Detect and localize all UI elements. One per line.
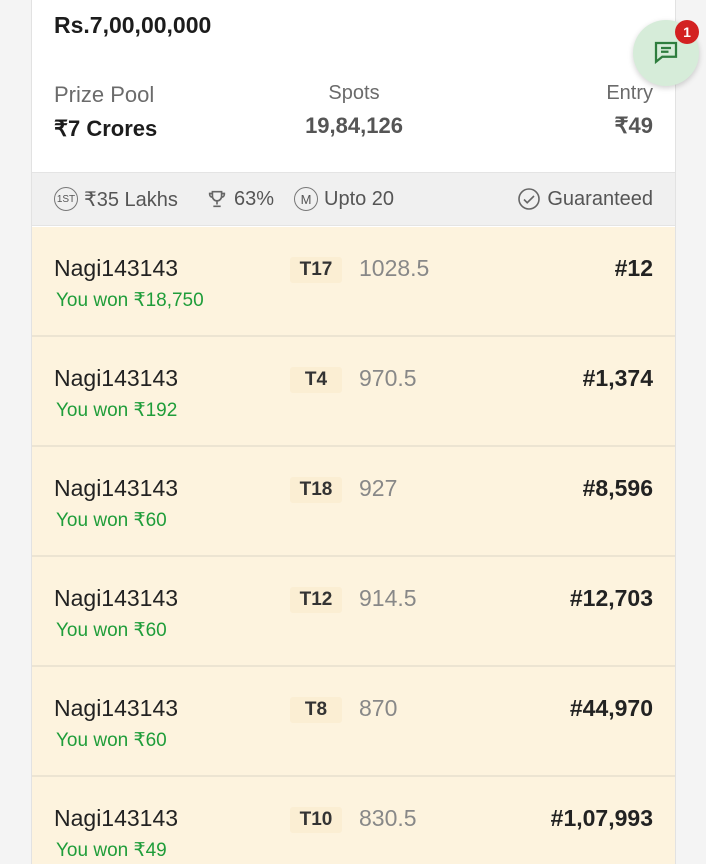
entry-rank: #1,07,993 xyxy=(550,805,653,831)
spots-value: 19,84,126 xyxy=(305,113,403,138)
entry-username: Nagi143143 xyxy=(54,365,179,391)
entry-row[interactable]: Nagi143143 You won ₹49 T10 830.5 #1,07,9… xyxy=(32,777,675,864)
entry-username: Nagi143143 xyxy=(54,805,179,831)
entry-label: Entry xyxy=(606,82,653,104)
entry-team-tag: T10 xyxy=(290,807,342,833)
entry-row[interactable]: Nagi143143 You won ₹18,750 T17 1028.5 #1… xyxy=(32,227,675,337)
entry-stat: Entry ₹49 xyxy=(606,82,653,139)
entry-rank: #12,703 xyxy=(569,585,653,611)
prize-pool-value: ₹7 Crores xyxy=(54,116,158,141)
check-circle-icon xyxy=(518,188,541,210)
entry-username: Nagi143143 xyxy=(54,475,179,501)
entry-points: 970.5 xyxy=(359,365,417,391)
prize-pool-label: Prize Pool xyxy=(54,82,155,107)
entry-rank: #8,596 xyxy=(582,475,653,501)
entry-points: 1028.5 xyxy=(359,255,430,281)
entry-username: Nagi143143 xyxy=(54,255,179,281)
chat-icon xyxy=(654,41,678,65)
entry-row[interactable]: Nagi143143 You won ₹60 T18 927 #8,596 xyxy=(32,447,675,557)
guaranteed-label: Guaranteed xyxy=(547,187,653,210)
entry-row[interactable]: Nagi143143 You won ₹60 T12 914.5 #12,703 xyxy=(32,557,675,667)
entry-team-tag: T12 xyxy=(290,587,342,613)
spots-stat: Spots 19,84,126 xyxy=(298,82,410,139)
entry-winnings: You won ₹60 xyxy=(56,730,167,751)
entry-rank: #1,374 xyxy=(582,365,653,391)
entry-points: 914.5 xyxy=(359,585,417,611)
entry-winnings: You won ₹60 xyxy=(56,510,167,531)
entry-team-tag: T18 xyxy=(290,477,342,503)
entry-winnings: You won ₹49 xyxy=(56,840,167,861)
entries-list: Nagi143143 You won ₹18,750 T17 1028.5 #1… xyxy=(32,227,675,864)
trophy-icon xyxy=(208,190,226,208)
entry-points: 830.5 xyxy=(359,805,417,831)
prize-pool-stat: Prize Pool ₹7 Crores xyxy=(54,82,157,142)
entry-winnings: You won ₹18,750 xyxy=(56,290,204,311)
first-prize-amount: ₹35 Lakhs xyxy=(84,188,178,211)
entry-username: Nagi143143 xyxy=(54,585,179,611)
contest-stats: Prize Pool ₹7 Crores Spots 19,84,126 Ent… xyxy=(32,82,675,162)
winners-percentage: 63% xyxy=(234,187,275,210)
contest-title: Rs.7,00,00,000 xyxy=(54,12,212,38)
first-prize-info[interactable]: 1ST ₹35 Lakhs xyxy=(54,187,178,212)
entry-team-tag: T4 xyxy=(290,367,342,393)
contest-card: Rs.7,00,00,000 Prize Pool ₹7 Crores Spot… xyxy=(31,0,676,864)
entry-rank: #44,970 xyxy=(569,695,653,721)
max-entries-text: Upto 20 xyxy=(324,187,395,210)
contest-info-bar: 1ST ₹35 Lakhs 63% M Upto 20 Guaranteed xyxy=(32,172,675,226)
entry-row[interactable]: Nagi143143 You won ₹192 T4 970.5 #1,374 xyxy=(32,337,675,447)
multi-entry-info[interactable]: M Upto 20 xyxy=(294,187,394,211)
entry-rank: #12 xyxy=(614,255,653,281)
spots-label: Spots xyxy=(328,82,380,104)
entry-row[interactable]: Nagi143143 You won ₹60 T8 870 #44,970 xyxy=(32,667,675,777)
entry-points: 927 xyxy=(359,475,398,501)
multi-entry-icon: M xyxy=(294,187,318,211)
entry-team-tag: T17 xyxy=(290,257,342,283)
entry-value: ₹49 xyxy=(614,113,653,138)
entry-team-tag: T8 xyxy=(290,697,342,723)
guaranteed-info[interactable]: Guaranteed xyxy=(517,187,653,211)
winners-info[interactable]: 63% xyxy=(206,188,274,211)
entry-points: 870 xyxy=(359,695,398,721)
entry-winnings: You won ₹60 xyxy=(56,620,167,641)
chat-unread-badge: 1 xyxy=(675,20,699,44)
entry-winnings: You won ₹192 xyxy=(56,400,178,421)
first-prize-icon: 1ST xyxy=(54,187,78,211)
entry-username: Nagi143143 xyxy=(54,695,179,721)
